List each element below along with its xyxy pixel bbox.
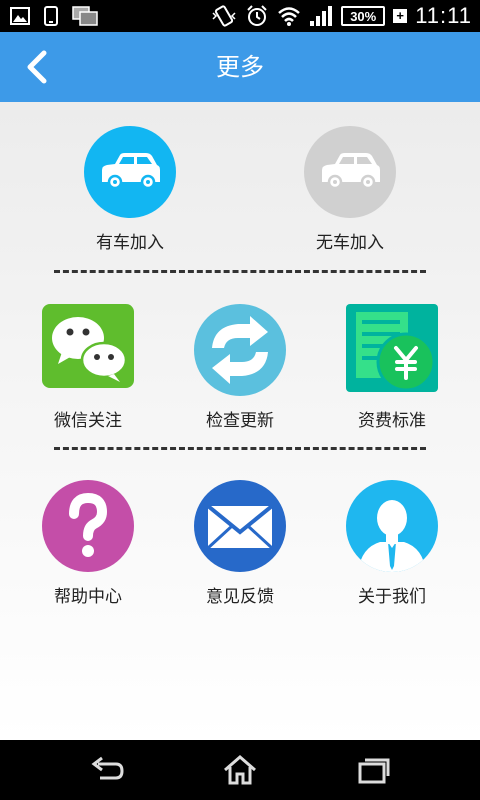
car-icon [84, 126, 176, 218]
phone-icon [44, 6, 58, 26]
wifi-icon [278, 7, 301, 26]
page-title: 更多 [216, 53, 264, 81]
section-divider [54, 270, 426, 273]
join-with-car-button[interactable]: 有车加入 [60, 124, 200, 253]
chevron-left-icon [27, 50, 47, 84]
join-without-car-label: 无车加入 [316, 233, 384, 253]
check-update-button[interactable]: 检查更新 [170, 302, 310, 431]
check-update-label: 检查更新 [206, 411, 274, 431]
car-icon [304, 126, 396, 218]
join-with-car-label: 有车加入 [96, 233, 164, 253]
header-bar: 更多 [0, 32, 480, 102]
battery-indicator: 30% [341, 6, 386, 26]
section-divider [54, 447, 426, 450]
feedback-label: 意见反馈 [206, 587, 274, 607]
nav-home-button[interactable] [222, 754, 258, 786]
status-left [10, 6, 98, 26]
back-button[interactable] [18, 47, 58, 87]
status-right: 30% + 11:11 [211, 0, 472, 32]
wechat-icon [42, 304, 134, 388]
clock: 11:11 [415, 3, 472, 28]
tariff-icon [346, 304, 438, 392]
person-icon [346, 480, 438, 572]
battery-level: 30% [350, 8, 377, 24]
nav-recent-apps-button[interactable] [356, 754, 392, 786]
join-without-car-button[interactable]: 无车加入 [280, 124, 420, 253]
recent-apps-icon [358, 758, 390, 784]
back-icon [91, 756, 124, 780]
about-us-label: 关于我们 [358, 587, 426, 607]
navigation-bar [0, 740, 480, 800]
vibrate-icon [212, 5, 236, 27]
wechat-follow-label: 微信关注 [54, 411, 122, 431]
tariff-standard-button[interactable]: 资费标准 [322, 302, 462, 431]
status-bar: 30% + 11:11 [0, 0, 480, 32]
screen-share-icon [72, 6, 98, 26]
nav-back-button[interactable] [90, 754, 126, 786]
gallery-icon [10, 7, 30, 25]
more-menu: 有车加入 无车加入 微信关注 检查更新 资费标准 帮助中心 意见反馈 关于我们 [0, 102, 480, 740]
help-center-label: 帮助中心 [54, 587, 122, 607]
refresh-icon [194, 304, 286, 396]
feedback-button[interactable]: 意见反馈 [170, 478, 310, 607]
alarm-icon [247, 5, 267, 26]
tariff-standard-label: 资费标准 [358, 411, 426, 431]
wechat-follow-button[interactable]: 微信关注 [18, 302, 158, 431]
about-us-button[interactable]: 关于我们 [322, 478, 462, 607]
help-icon [42, 480, 134, 572]
home-icon [224, 755, 256, 785]
mail-icon [194, 480, 286, 572]
help-center-button[interactable]: 帮助中心 [18, 478, 158, 607]
charging-icon: + [393, 9, 408, 23]
signal-icon [310, 6, 333, 26]
